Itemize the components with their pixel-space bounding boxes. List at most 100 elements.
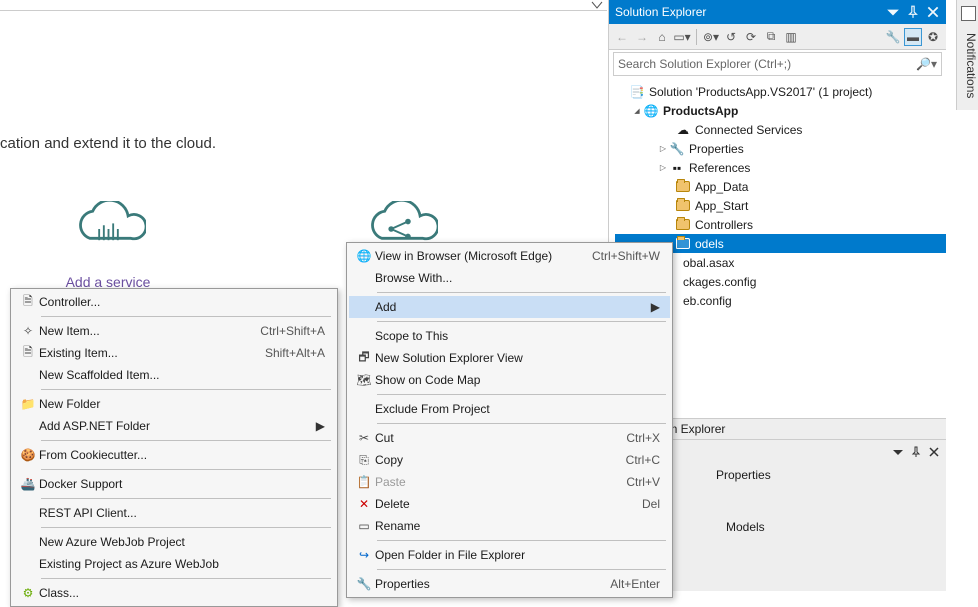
controller-icon: 🗎 xyxy=(17,294,39,310)
collapse-all-icon[interactable]: ⧉ xyxy=(762,28,780,46)
cookiecutter-icon: 🍪 xyxy=(17,447,39,463)
menu-separator xyxy=(41,498,331,499)
menu-existing-item[interactable]: 🗎Existing Item...Shift+Alt+A xyxy=(13,342,335,364)
menu-browse-with[interactable]: Browse With... xyxy=(349,267,670,289)
menu-separator xyxy=(41,469,331,470)
appdata-label: App_Data xyxy=(695,180,748,194)
cloud-bars-icon xyxy=(71,201,146,257)
class-icon: ⚙ xyxy=(17,585,39,601)
close-icon[interactable] xyxy=(928,446,940,458)
connected-services-label: Connected Services xyxy=(695,123,802,137)
references-label: References xyxy=(689,161,750,175)
appstart-folder[interactable]: App_Start xyxy=(615,196,946,215)
refresh-icon[interactable]: ⟳ xyxy=(742,28,760,46)
copy-icon: ⎘ xyxy=(353,452,375,468)
menu-controller[interactable]: 🗎Controller... xyxy=(13,291,335,313)
search-icon[interactable]: 🔎▾ xyxy=(916,57,937,71)
pin-icon[interactable] xyxy=(910,446,922,458)
menu-new-folder[interactable]: 📁New Folder xyxy=(13,393,335,415)
properties-label: Properties xyxy=(689,142,744,156)
menu-view-in-browser[interactable]: 🌐View in Browser (Microsoft Edge)Ctrl+Sh… xyxy=(349,245,670,267)
menu-separator xyxy=(41,578,331,579)
paste-icon: 📋 xyxy=(353,474,375,490)
sync-views-icon[interactable]: ▭▾ xyxy=(673,28,691,46)
properties-node[interactable]: 🔧Properties xyxy=(615,139,946,158)
menu-scope[interactable]: Scope to This xyxy=(349,325,670,347)
preview-selected-icon[interactable]: ▬ xyxy=(904,28,922,46)
close-icon[interactable] xyxy=(926,5,940,19)
forward-icon[interactable]: → xyxy=(633,28,651,46)
view-class-diagram-icon[interactable]: ✪ xyxy=(924,28,942,46)
controllers-label: Controllers xyxy=(695,218,753,232)
open-folder-icon: ↪ xyxy=(353,547,375,563)
menu-aspnet-folder[interactable]: Add ASP.NET Folder▶ xyxy=(13,415,335,437)
menu-new-item[interactable]: ✧New Item...Ctrl+Shift+A xyxy=(13,320,335,342)
appstart-label: App_Start xyxy=(695,199,748,213)
submenu-arrow-icon: ▶ xyxy=(650,300,660,314)
menu-existing-webjob[interactable]: Existing Project as Azure WebJob xyxy=(13,553,335,575)
menu-webjob[interactable]: New Azure WebJob Project xyxy=(13,531,335,553)
menu-separator xyxy=(377,292,666,293)
home-icon[interactable]: ⌂ xyxy=(653,28,671,46)
menu-rest-api[interactable]: REST API Client... xyxy=(13,502,335,524)
globe-icon: 🌐 xyxy=(353,248,375,264)
menu-separator xyxy=(41,527,331,528)
menu-separator xyxy=(41,389,331,390)
menu-cut[interactable]: ✂CutCtrl+X xyxy=(349,427,670,449)
menu-cookiecutter[interactable]: 🍪From Cookiecutter... xyxy=(13,444,335,466)
new-folder-icon: 📁 xyxy=(17,396,39,412)
menu-open-folder[interactable]: ↪Open Folder in File Explorer xyxy=(349,544,670,566)
controllers-folder[interactable]: Controllers xyxy=(615,215,946,234)
show-all-files-icon[interactable]: ▥ xyxy=(782,28,800,46)
filter-icon[interactable]: ⊚▾ xyxy=(702,28,720,46)
add-service-card[interactable]: Add a service xyxy=(18,201,198,290)
project-node[interactable]: 🌐ProductsApp xyxy=(615,101,946,120)
menu-separator xyxy=(377,569,666,570)
editor-dropdown-chevron[interactable] xyxy=(591,0,603,10)
solution-explorer-toolbar: ← → ⌂ ▭▾ ⊚▾ ↺ ⟳ ⧉ ▥ 🔧 ▬ ✪ xyxy=(609,24,946,50)
new-item-icon: ✧ xyxy=(17,323,39,339)
menu-delete[interactable]: ✕DeleteDel xyxy=(349,493,670,515)
menu-rename[interactable]: ▭Rename xyxy=(349,515,670,537)
prop-value: Models xyxy=(726,520,765,534)
solution-explorer-search[interactable]: Search Solution Explorer (Ctrl+;) 🔎▾ xyxy=(613,52,942,76)
back-icon[interactable]: ← xyxy=(613,28,631,46)
menu-exclude[interactable]: Exclude From Project xyxy=(349,398,670,420)
project-label: ProductsApp xyxy=(663,104,738,118)
menu-docker[interactable]: 🚢Docker Support xyxy=(13,473,335,495)
menu-new-se-view[interactable]: 🗗New Solution Explorer View xyxy=(349,347,670,369)
solution-explorer-title: Solution Explorer xyxy=(615,5,706,19)
menu-copy[interactable]: ⎘CopyCtrl+C xyxy=(349,449,670,471)
context-menu-main: 🌐View in Browser (Microsoft Edge)Ctrl+Sh… xyxy=(346,242,673,598)
packages-config-label: ckages.config xyxy=(683,275,756,289)
menu-class[interactable]: ⚙Class... xyxy=(13,582,335,604)
delete-icon: ✕ xyxy=(353,496,375,512)
notifications-tab[interactable]: Notifications xyxy=(956,0,978,110)
menu-scaffold[interactable]: New Scaffolded Item... xyxy=(13,364,335,386)
menu-add[interactable]: Add▶ xyxy=(349,296,670,318)
wrench-icon: 🔧 xyxy=(353,576,375,592)
menu-properties[interactable]: 🔧PropertiesAlt+Enter xyxy=(349,573,670,595)
models-label: odels xyxy=(695,237,724,251)
window-menu-icon[interactable] xyxy=(886,5,900,19)
menu-separator xyxy=(377,540,666,541)
menu-separator xyxy=(377,394,666,395)
pending-changes-icon[interactable]: ↺ xyxy=(722,28,740,46)
menu-separator xyxy=(377,423,666,424)
submenu-arrow-icon: ▶ xyxy=(315,419,325,433)
solution-explorer-titlebar[interactable]: Solution Explorer xyxy=(609,0,946,24)
global-asax-label: obal.asax xyxy=(683,256,734,270)
connected-services-node[interactable]: ☁Connected Services xyxy=(615,120,946,139)
web-config-label: eb.config xyxy=(683,294,732,308)
context-menu-add: 🗎Controller... ✧New Item...Ctrl+Shift+A … xyxy=(10,288,338,607)
appdata-folder[interactable]: App_Data xyxy=(615,177,946,196)
menu-code-map[interactable]: 🗺Show on Code Map xyxy=(349,369,670,391)
docker-icon: 🚢 xyxy=(17,476,39,492)
references-node[interactable]: ▪▪References xyxy=(615,158,946,177)
solution-node[interactable]: 📑Solution 'ProductsApp.VS2017' (1 projec… xyxy=(615,82,946,101)
window-menu-icon[interactable] xyxy=(892,446,904,458)
pin-icon[interactable] xyxy=(906,5,920,19)
properties-icon[interactable]: 🔧 xyxy=(884,28,902,46)
scissors-icon: ✂ xyxy=(353,430,375,446)
menu-separator xyxy=(41,440,331,441)
